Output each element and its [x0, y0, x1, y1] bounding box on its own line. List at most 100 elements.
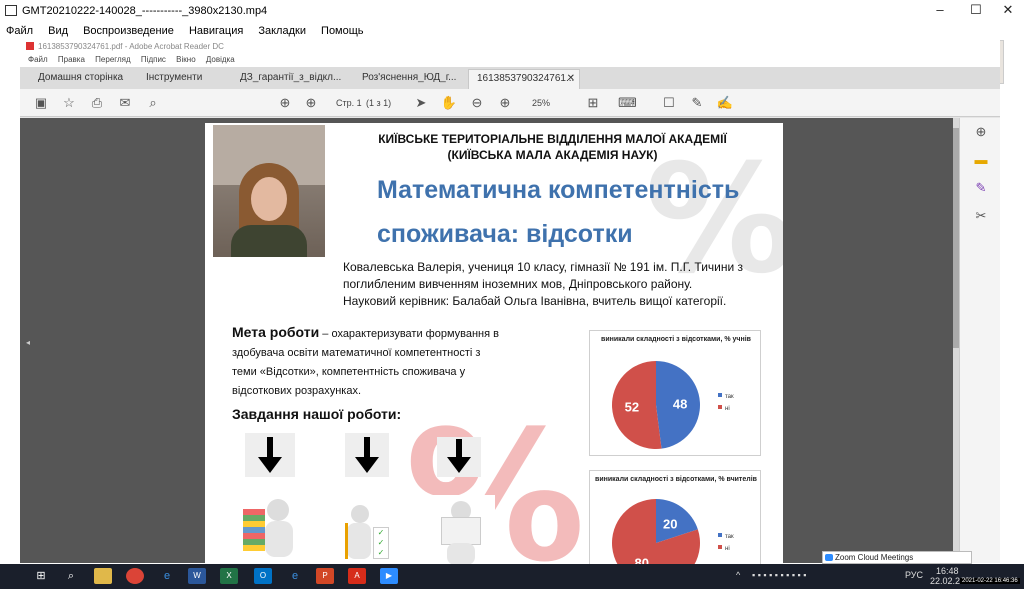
legend-label: так: [725, 394, 734, 400]
pie-data-label: 20: [663, 516, 677, 531]
page-count: (1 з 1): [366, 98, 392, 108]
clock-time[interactable]: 16:48: [936, 566, 959, 576]
right-tools-panel: ⊕ ▬ ✎ ✂: [959, 118, 1000, 563]
hand-tool-icon[interactable]: ✋: [440, 95, 458, 111]
goal-text-1: – охарактеризувати формування в: [319, 328, 499, 340]
figure-books-icon: [241, 495, 299, 565]
acrobat-taskbar-icon[interactable]: A: [348, 568, 366, 584]
print-icon[interactable]: ⎙: [88, 95, 106, 111]
internet-explorer-icon[interactable]: e: [158, 568, 176, 584]
document-viewport[interactable]: ◂ % % КИЇВСЬКЕ ТЕРИТОРІАЛЬНЕ ВІДДІЛЕННЯ …: [20, 118, 959, 568]
sign-icon[interactable]: ✍: [716, 95, 734, 111]
email-icon[interactable]: ✉: [116, 95, 134, 111]
left-panel-toggle-icon[interactable]: ◂: [26, 338, 30, 347]
tab-home[interactable]: Домашня сторінка: [30, 69, 130, 89]
pdf-icon: [26, 42, 34, 50]
legend-label: так: [725, 534, 734, 540]
select-cursor-icon[interactable]: ➤: [412, 95, 430, 111]
legend-swatch: [718, 405, 722, 409]
legend-swatch: [718, 393, 722, 397]
pie-data-label: 48: [673, 396, 687, 411]
excel-icon[interactable]: X: [220, 568, 238, 584]
pie-chart-teachers: виникали складності з відсотками, % вчит…: [589, 470, 761, 568]
tray-chevron-icon[interactable]: ^: [736, 570, 740, 580]
page-display-icon[interactable]: ⊞: [584, 95, 602, 111]
powerpoint-icon[interactable]: P: [316, 568, 334, 584]
file-explorer-icon[interactable]: [94, 568, 112, 584]
close-icon[interactable]: ✕: [990, 2, 1024, 20]
windows-start-icon[interactable]: ⊞: [32, 568, 50, 584]
author-line-3: Науковий керівник: Балабай Ольга Іванівн…: [343, 294, 727, 308]
acro-menu-window[interactable]: Вікно: [176, 55, 195, 64]
acrobat-title-bar: 1613853790324761.pdf - Adobe Acrobat Rea…: [20, 40, 1000, 53]
pie-slice-ні: [612, 499, 700, 568]
windows-taskbar: ⊞ ⌕ e W X O e P A ▶ ^ ▪ ▪ ▪ ▪ ▪ ▪ ▪ ▪ ▪ …: [0, 564, 1024, 589]
acrobat-toolbar: ▣ ☆ ⎙ ✉ ⌕ ⊕ ⊕ Стр. 1 (1 з 1) ➤ ✋ ⊖ ⊕ 25%…: [20, 89, 1000, 117]
acrobat-window-title: 1613853790324761.pdf - Adobe Acrobat Rea…: [38, 42, 224, 51]
acro-menu-view[interactable]: Перегляд: [95, 55, 131, 64]
more-tools-icon[interactable]: ✂: [972, 208, 990, 224]
menu-help[interactable]: Помощь: [321, 25, 364, 37]
tray-icons[interactable]: ▪ ▪ ▪ ▪ ▪ ▪ ▪ ▪ ▪ ▪: [752, 570, 806, 580]
tab-tools[interactable]: Інструменти: [138, 69, 228, 89]
pie-chart-students-svg: 48 52 так ні: [612, 361, 734, 449]
menu-bookmarks[interactable]: Закладки: [258, 25, 306, 37]
acro-menu-help[interactable]: Довідка: [206, 55, 235, 64]
highlight-pen-icon[interactable]: ✎: [688, 95, 706, 111]
down-arrow-icon: [355, 437, 379, 473]
close-tab-icon[interactable]: ✕: [567, 70, 575, 88]
search-icon[interactable]: ⌕: [144, 95, 162, 111]
zoom-out-icon[interactable]: ⊖: [468, 95, 486, 111]
arrow-box-3: [437, 437, 481, 477]
save-icon[interactable]: ▣: [32, 95, 50, 111]
menu-playback[interactable]: Воспроизведение: [83, 25, 174, 37]
legend-swatch: [718, 545, 722, 549]
tab-doc-3-label: 1613853790324761...: [477, 73, 575, 84]
legend-label: ні: [725, 546, 730, 552]
goal-text-3: теми «Відсотки», компетентність споживач…: [232, 366, 466, 378]
menu-view[interactable]: Вид: [48, 25, 68, 37]
goal-label: Мета роботи: [232, 324, 320, 340]
bookmark-star-icon[interactable]: ☆: [60, 95, 78, 111]
pie-chart-teachers-svg: 2080такні: [612, 499, 734, 568]
zoom-level[interactable]: 25%: [532, 98, 550, 108]
arrow-box-2: [345, 433, 389, 477]
down-arrow-icon: [258, 437, 282, 473]
comment-panel-icon[interactable]: ▬: [972, 152, 990, 168]
fill-sign-icon[interactable]: ✎: [972, 180, 990, 196]
arrow-box-1: [245, 433, 295, 477]
comment-icon[interactable]: ☐: [660, 95, 678, 111]
video-file-icon: [5, 5, 17, 16]
goal-block: Мета роботи – охарактеризувати формуванн…: [232, 323, 532, 401]
tab-doc-1[interactable]: ДЗ_гарантії_з_відкл...: [232, 69, 352, 89]
page-label: Стр. 1: [336, 98, 362, 108]
zoom-taskbar-icon[interactable]: ▶: [380, 568, 398, 584]
maximize-icon[interactable]: ☐: [958, 2, 994, 20]
acro-menu-edit[interactable]: Правка: [58, 55, 85, 64]
tab-doc-3[interactable]: 1613853790324761... ✕: [468, 69, 580, 89]
menu-file[interactable]: Файл: [6, 25, 33, 37]
minimize-icon[interactable]: –: [922, 2, 958, 20]
outlook-icon[interactable]: O: [254, 568, 272, 584]
keyboard-icon[interactable]: ⌨: [618, 95, 637, 111]
language-indicator[interactable]: РУС: [905, 570, 923, 580]
student-photo: [213, 125, 325, 257]
pdf-page: % % КИЇВСЬКЕ ТЕРИТОРІАЛЬНЕ ВІДДІЛЕННЯ МА…: [205, 123, 783, 568]
tab-doc-2[interactable]: Роз'яснення_ЮД_г...: [354, 69, 466, 89]
menu-navigation[interactable]: Навигация: [189, 25, 243, 37]
edge-icon[interactable]: e: [286, 568, 304, 584]
acro-menu-file[interactable]: Файл: [28, 55, 48, 64]
acro-menu-sign[interactable]: Підпис: [141, 55, 166, 64]
player-menubar: Файл Вид Воспроизведение Навигация Закла…: [0, 22, 1024, 40]
page-down-icon[interactable]: ⊕: [302, 95, 320, 111]
poster-title-line-2: споживача: відсотки: [377, 220, 633, 248]
zoom-panel-icon[interactable]: ⊕: [972, 124, 990, 140]
word-icon[interactable]: W: [188, 568, 206, 584]
figure-reading-icon: [427, 495, 495, 565]
down-arrow-icon: [447, 439, 471, 473]
taskbar-search-icon[interactable]: ⌕: [62, 568, 80, 584]
zoom-popup[interactable]: Zoom Cloud Meetings: [822, 551, 972, 564]
zoom-in-icon[interactable]: ⊕: [496, 95, 514, 111]
page-up-icon[interactable]: ⊕: [276, 95, 294, 111]
chrome-icon[interactable]: [126, 568, 144, 584]
